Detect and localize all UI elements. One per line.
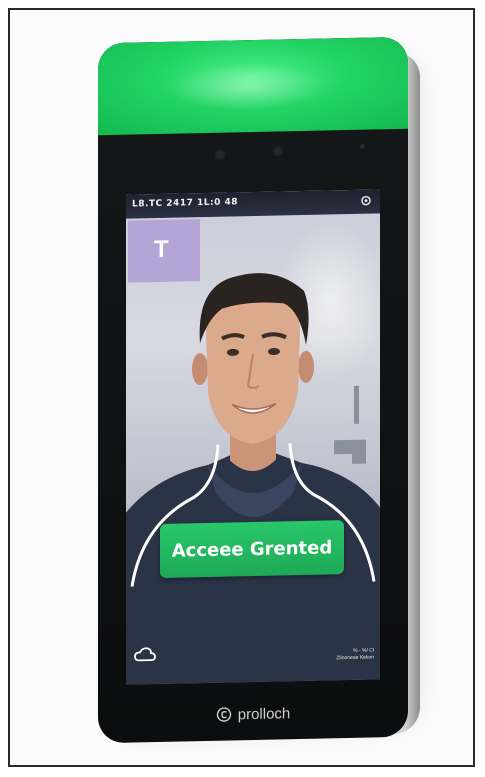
device-wrap: L8.TC 2417 1L:0 48 T Acceee Grented % - … <box>0 0 485 777</box>
camera-sensor-left <box>214 148 226 161</box>
display-screen: L8.TC 2417 1L:0 48 T Acceee Grented % - … <box>126 189 380 685</box>
brand-name: prolloch <box>237 704 291 723</box>
brand-label: prolloch <box>98 699 408 729</box>
light-shine <box>168 60 328 112</box>
camera-sensor-right <box>272 145 284 158</box>
indicator-dot <box>360 143 365 149</box>
fine-print-line: Zlinoneae Kekon <box>336 654 374 662</box>
access-granted-banner: Acceee Grented <box>160 520 344 578</box>
cloud-icon[interactable] <box>134 646 156 664</box>
face-scan-frame <box>130 443 376 587</box>
status-light-bar <box>98 36 408 136</box>
device-fine-print: % - %/ Cl Zlinoneae Kekon <box>336 647 374 662</box>
face-recognition-terminal: L8.TC 2417 1L:0 48 T Acceee Grented % - … <box>98 36 408 744</box>
brand-logo-icon <box>216 707 231 722</box>
